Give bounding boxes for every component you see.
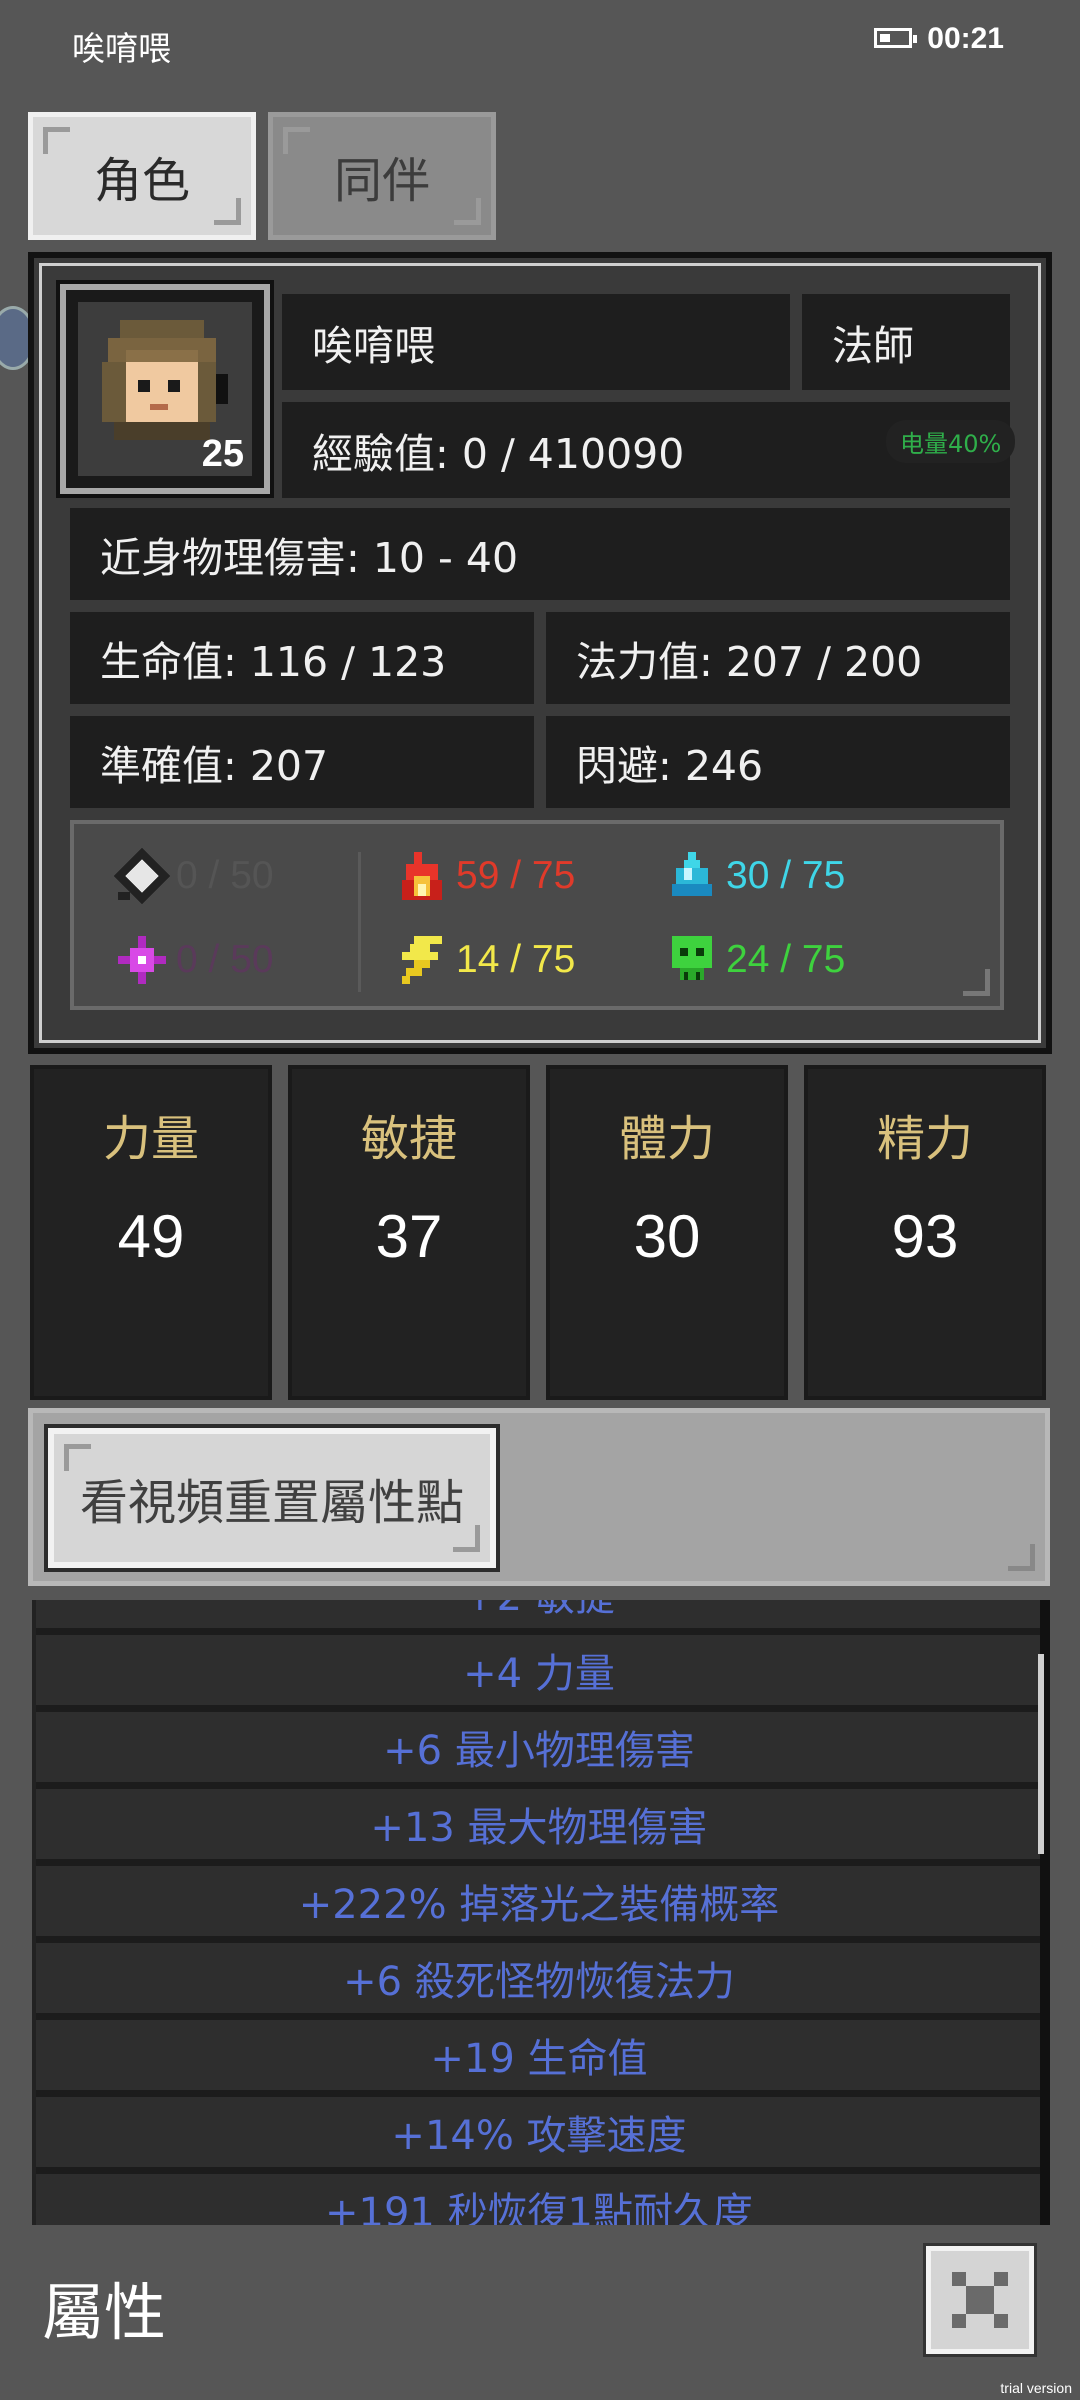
attribute-vitality[interactable]: 體力 30 bbox=[546, 1065, 788, 1400]
status-time: 00:21 bbox=[927, 22, 1004, 55]
status-bar: 唉唷喂 00:21 bbox=[0, 0, 1080, 84]
close-button[interactable] bbox=[923, 2243, 1037, 2357]
arcane-icon bbox=[118, 936, 166, 984]
resist-water-text: 30 / 75 bbox=[726, 854, 846, 897]
attribute-agility-value: 37 bbox=[375, 1203, 443, 1270]
attribute-vitality-value: 30 bbox=[633, 1203, 701, 1270]
tab-companion-label: 同伴 bbox=[333, 153, 430, 209]
resist-water: 30 / 75 bbox=[664, 848, 845, 904]
list-item: +6 最小物理傷害 bbox=[36, 1712, 1042, 1789]
lightning-icon bbox=[402, 936, 442, 984]
attribute-energy-value: 93 bbox=[891, 1203, 959, 1270]
list-item: +191 秒恢復1點耐久度 bbox=[36, 2174, 1042, 2225]
melee-damage: 近身物理傷害: 10 - 40 bbox=[70, 508, 1010, 600]
physical-icon bbox=[114, 848, 170, 904]
attribute-vitality-label: 體力 bbox=[618, 1111, 715, 1167]
reset-attributes-label: 看視頻重置屬性點 bbox=[79, 1475, 464, 1531]
list-scrollbar[interactable] bbox=[1038, 1654, 1044, 1854]
character-name: 唉唷喂 bbox=[282, 294, 790, 390]
power-badge: 电量40% bbox=[886, 420, 1016, 463]
resist-fire-text: 59 / 75 bbox=[456, 854, 576, 897]
poison-icon bbox=[672, 936, 712, 980]
resist-lightning-text: 14 / 75 bbox=[456, 938, 576, 981]
status-app-title: 唉唷喂 bbox=[72, 29, 171, 68]
page-title: 屬性 bbox=[42, 2276, 167, 2349]
tab-character[interactable]: 角色 bbox=[28, 112, 256, 240]
attribute-strength-value: 49 bbox=[117, 1203, 185, 1270]
resist-lightning: 14 / 75 bbox=[394, 932, 575, 988]
resist-physical: 0 / 50 bbox=[114, 848, 274, 904]
attribute-agility[interactable]: 敏捷 37 bbox=[288, 1065, 530, 1400]
water-icon bbox=[672, 852, 712, 896]
accuracy-value: 準確值: 207 bbox=[70, 716, 534, 808]
close-icon bbox=[952, 2272, 1008, 2328]
list-item: +14% 攻擊速度 bbox=[36, 2097, 1042, 2174]
list-item: +222% 掉落光之裝備概率 bbox=[36, 1866, 1042, 1943]
list-item: +19 生命值 bbox=[36, 2020, 1042, 2097]
resist-fire: 59 / 75 bbox=[394, 848, 575, 904]
attribute-energy[interactable]: 精力 93 bbox=[804, 1065, 1046, 1400]
attribute-strength-label: 力量 bbox=[102, 1111, 199, 1167]
resist-physical-text: 0 / 50 bbox=[176, 854, 274, 897]
list-item: +6 殺死怪物恢復法力 bbox=[36, 1943, 1042, 2020]
hp-value: 生命值: 116 / 123 bbox=[70, 612, 534, 704]
character-level: 25 bbox=[201, 433, 244, 475]
list-item: +13 最大物理傷害 bbox=[36, 1789, 1042, 1866]
resist-poison: 24 / 75 bbox=[664, 932, 845, 988]
attribute-energy-label: 精力 bbox=[876, 1111, 973, 1167]
character-portrait: 25 bbox=[56, 280, 274, 498]
resist-poison-text: 24 / 75 bbox=[726, 938, 846, 981]
attribute-strength[interactable]: 力量 49 bbox=[30, 1065, 272, 1400]
tab-character-label: 角色 bbox=[93, 153, 190, 209]
list-item: +4 力量 bbox=[36, 1635, 1042, 1712]
battery-icon bbox=[874, 28, 917, 48]
list-item: +2 敏捷 bbox=[36, 1600, 1042, 1635]
dodge-value: 閃避: 246 bbox=[546, 716, 1010, 808]
mp-value: 法力值: 207 / 200 bbox=[546, 612, 1010, 704]
trial-watermark: trial version bbox=[1000, 2380, 1072, 2396]
character-class: 法師 bbox=[802, 294, 1010, 390]
reset-attributes-button[interactable]: 看視頻重置屬性點 bbox=[44, 1424, 500, 1572]
fire-icon bbox=[402, 852, 442, 900]
resistance-panel: 0 / 50 59 / 75 30 / 75 0 / 50 14 / 75 24… bbox=[70, 820, 1004, 1010]
tab-companion[interactable]: 同伴 bbox=[268, 112, 496, 240]
resist-arcane-text: 0 / 50 bbox=[176, 938, 274, 981]
attribute-agility-label: 敏捷 bbox=[360, 1111, 457, 1167]
bonus-list[interactable]: +2 敏捷 +4 力量 +6 最小物理傷害 +13 最大物理傷害 +222% 掉… bbox=[32, 1600, 1048, 2225]
resist-arcane: 0 / 50 bbox=[114, 932, 274, 988]
